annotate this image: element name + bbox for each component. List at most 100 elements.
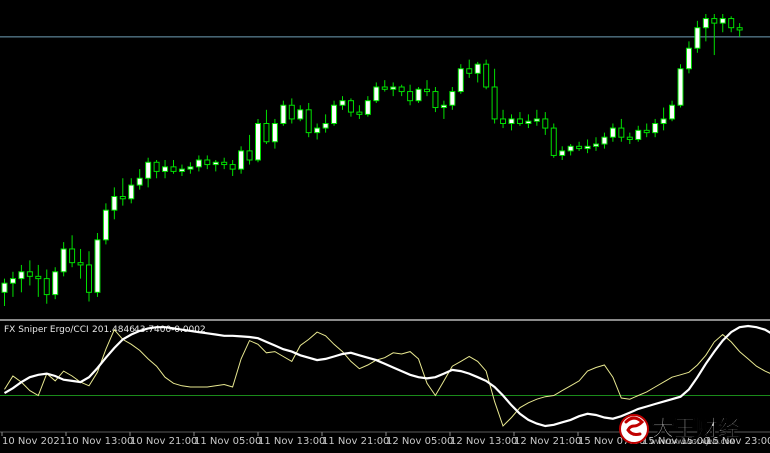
time-label: 11 Nov 05:00 — [194, 436, 261, 447]
candle — [256, 119, 261, 162]
candle-body — [517, 119, 522, 124]
candle-body — [661, 119, 666, 124]
candle-body — [222, 162, 227, 164]
candle-body — [163, 167, 168, 172]
candle-body — [712, 19, 717, 24]
candle-body — [391, 87, 396, 89]
candle — [53, 267, 58, 299]
candle-body — [636, 130, 641, 139]
candle-body — [247, 151, 252, 160]
candle-body — [382, 87, 387, 89]
candle-body — [298, 110, 303, 119]
chart-canvas: FX Sniper Ergo/CCI 201.4846 43.7400 -0.0… — [0, 0, 770, 449]
time-label: 12 Nov 21:00 — [514, 436, 581, 447]
candle-body — [425, 89, 430, 91]
candle-body — [737, 28, 742, 30]
candle-body — [179, 169, 184, 171]
candle — [484, 60, 489, 90]
candle-body — [205, 160, 210, 165]
watermark: 大王财经 WWW.DAWANGCAIJING.COM — [620, 415, 740, 446]
candle-body — [230, 165, 235, 170]
candle — [239, 146, 244, 173]
candle-body — [137, 178, 142, 185]
candle-body — [120, 197, 125, 199]
candle-body — [433, 92, 438, 108]
candle-body — [695, 28, 700, 49]
candle-body — [264, 124, 269, 142]
candle-body — [306, 110, 311, 133]
candle-body — [19, 272, 24, 279]
time-label: 11 Nov 21:00 — [322, 436, 389, 447]
candle-body — [196, 160, 201, 167]
candle-body — [484, 64, 489, 87]
candle-body — [78, 263, 83, 265]
candle-body — [171, 167, 176, 172]
candle-body — [610, 128, 615, 137]
candle-body — [70, 249, 75, 263]
time-label: 10 Nov 2021 — [2, 436, 66, 447]
candle-body — [239, 151, 244, 169]
watermark-subtext: WWW.DAWANGCAIJING.COM — [650, 439, 735, 446]
wang-logo-icon — [620, 415, 648, 443]
candle-body — [36, 276, 41, 278]
candle-body — [720, 19, 725, 24]
time-label: 12 Nov 13:00 — [450, 436, 517, 447]
candle — [551, 124, 556, 158]
candle-body — [112, 197, 117, 211]
candle-body — [340, 101, 345, 106]
candle-body — [475, 64, 480, 73]
indicator-header: FX Sniper Ergo/CCI 201.4846 43.7400 -0.0… — [4, 325, 206, 335]
candle-body — [10, 279, 15, 284]
candle-body — [619, 128, 624, 137]
candle-body — [357, 112, 362, 114]
candle-body — [272, 124, 277, 142]
indicator-name: FX Sniper Ergo/CCI — [4, 325, 89, 335]
candle-body — [492, 87, 497, 119]
candle — [458, 64, 463, 94]
candle-body — [416, 89, 421, 100]
candle-body — [686, 48, 691, 69]
candle-body — [526, 121, 531, 123]
time-label: 12 Nov 05:00 — [386, 436, 453, 447]
candle-body — [146, 162, 151, 178]
candle-body — [509, 119, 514, 124]
candle-body — [103, 210, 108, 240]
mt4-chart-window[interactable]: FX Sniper Ergo/CCI 201.4846 43.7400 -0.0… — [0, 0, 770, 449]
candle-body — [61, 249, 66, 272]
candle-body — [602, 137, 607, 144]
candle-body — [213, 162, 218, 164]
candle-body — [560, 151, 565, 156]
candle-body — [374, 87, 379, 101]
candle-body — [2, 283, 7, 292]
candle-body — [27, 272, 32, 277]
candle-body — [703, 19, 708, 28]
candle-body — [95, 240, 100, 292]
candle-body — [289, 105, 294, 119]
indicator-value-1: 201.4846 — [92, 325, 135, 335]
candle-body — [729, 19, 734, 28]
candle-body — [348, 101, 353, 112]
candle-body — [281, 105, 286, 123]
candle-body — [670, 105, 675, 119]
candle-body — [644, 130, 649, 132]
chart-background — [0, 0, 770, 449]
candle-body — [534, 119, 539, 121]
candle-body — [551, 128, 556, 155]
candle-body — [627, 137, 632, 139]
candle-body — [399, 87, 404, 92]
candle — [678, 64, 683, 107]
candle-body — [594, 144, 599, 146]
candle-body — [568, 146, 573, 151]
candle-body — [365, 101, 370, 115]
candle-body — [450, 92, 455, 106]
candle-body — [458, 69, 463, 92]
candle-body — [543, 119, 548, 128]
candle-body — [577, 146, 582, 148]
candle-body — [408, 92, 413, 101]
candle-body — [585, 146, 590, 148]
candle — [95, 233, 100, 297]
candle-body — [154, 162, 159, 171]
candle-body — [87, 265, 92, 292]
candle-body — [678, 69, 683, 106]
candle-body — [501, 119, 506, 124]
